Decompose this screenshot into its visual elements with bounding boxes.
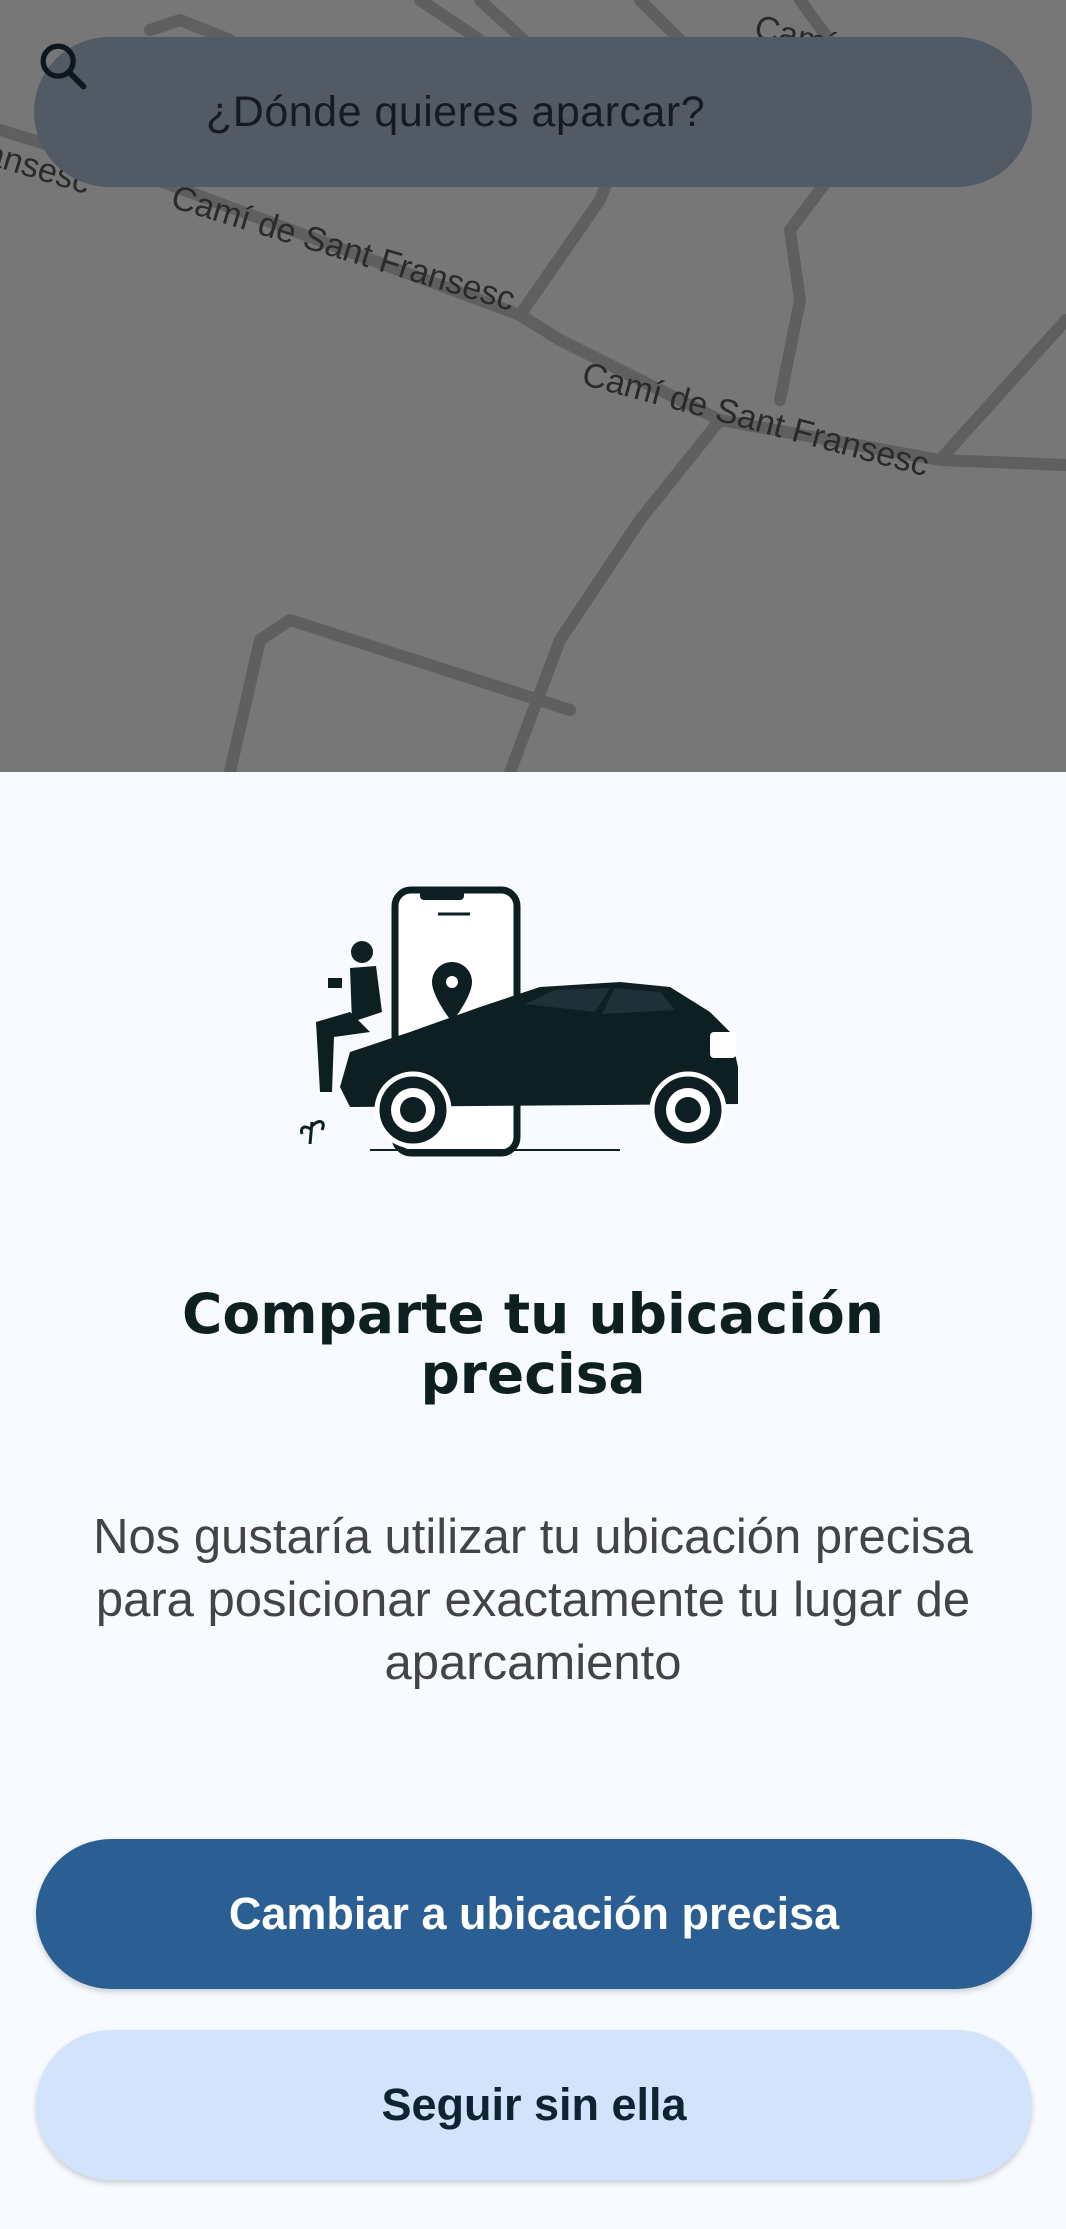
search-input[interactable]: ¿Dónde quieres aparcar?	[206, 37, 705, 187]
sheet-description: Nos gustaría utilizar tu ubicación preci…	[93, 1510, 973, 1690]
car-phone-location-illustration	[300, 886, 738, 1157]
switch-precise-location-button[interactable]: Cambiar a ubicación precisa	[36, 1839, 1032, 1989]
continue-without-button[interactable]: Seguir sin ella	[36, 2030, 1032, 2180]
sheet-title: Comparte tu ubicación precisa	[182, 1282, 884, 1406]
search-bar[interactable]: ¿Dónde quieres aparcar?	[34, 37, 1032, 187]
permission-sheet: Comparte tu ubicación precisa Nos gustar…	[0, 772, 1066, 2229]
map-view[interactable]: Camí de Sant Fransesc Camí de Sant Frans…	[0, 0, 1066, 772]
search-icon	[40, 43, 87, 90]
